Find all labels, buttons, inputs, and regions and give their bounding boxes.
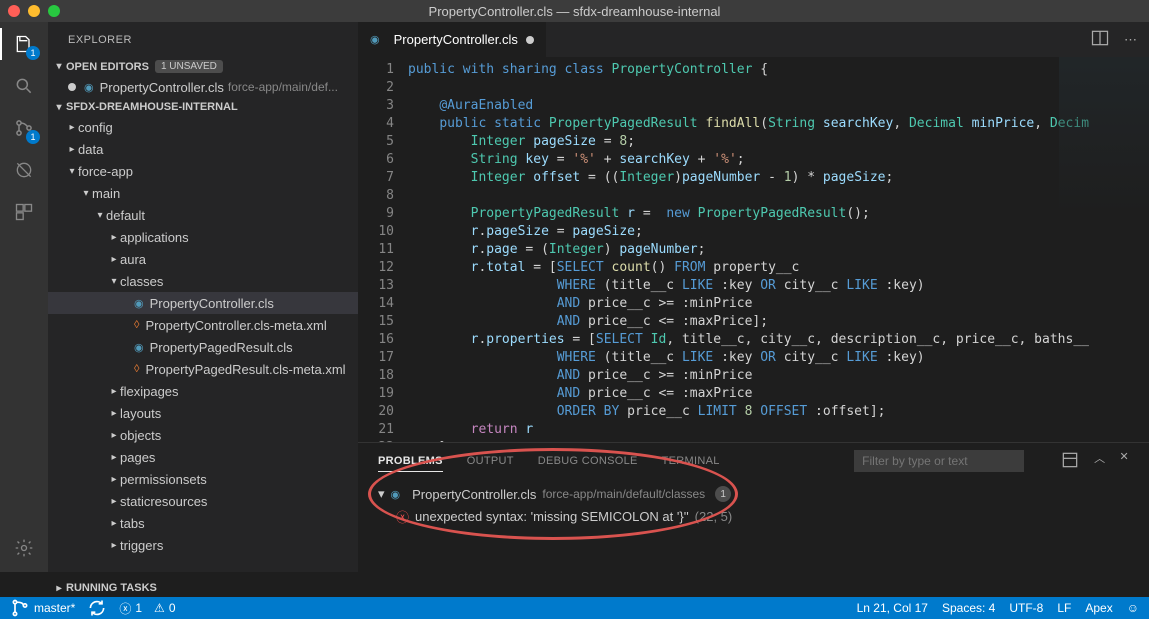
- problem-location: (22, 5): [695, 509, 733, 524]
- branch-indicator[interactable]: master*: [10, 598, 75, 618]
- open-editor-item[interactable]: ◉ PropertyController.cls force-app/main/…: [48, 76, 358, 98]
- warning-count: 0: [169, 601, 176, 615]
- folder-node[interactable]: ▾ main: [48, 182, 358, 204]
- errors-indicator[interactable]: ⓧ 1: [119, 600, 142, 617]
- folder-node[interactable]: ▸ aura: [48, 248, 358, 270]
- problem-file-row[interactable]: ▾ ◉ PropertyController.cls force-app/mai…: [378, 483, 1129, 505]
- apex-file-icon: ◉: [134, 297, 144, 310]
- filter-input[interactable]: [854, 450, 1024, 472]
- editor-tab[interactable]: ◉ PropertyController.cls: [358, 22, 547, 57]
- tab-filename: PropertyController.cls: [394, 32, 518, 47]
- folder-node[interactable]: ▸ flexipages: [48, 380, 358, 402]
- search-icon[interactable]: [10, 72, 38, 100]
- folder-node[interactable]: ▾ force-app: [48, 160, 358, 182]
- file-tree: ▸ config▸ data▾ force-app▾ main▾ default…: [48, 116, 358, 556]
- language-mode[interactable]: Apex: [1085, 601, 1112, 615]
- activity-bar: 1 1: [0, 22, 48, 572]
- explorer-badge: 1: [26, 46, 40, 60]
- folder-node[interactable]: ▸ layouts: [48, 402, 358, 424]
- folder-node[interactable]: ▾ default: [48, 204, 358, 226]
- status-bar: master* ⓧ 1 ⚠ 0 Ln 21, Col 17 Spaces: 4 …: [0, 597, 1149, 619]
- encoding[interactable]: UTF-8: [1009, 601, 1043, 615]
- workspace-label: SFDX-DREAMHOUSE-INTERNAL: [66, 101, 238, 113]
- open-editors-label: OPEN EDITORS: [66, 61, 149, 73]
- editor-area: ◉ PropertyController.cls ⋯ 1234567891011…: [358, 22, 1149, 572]
- feedback-icon[interactable]: ☺: [1127, 601, 1139, 615]
- modified-dot-icon: [526, 36, 534, 44]
- output-tab[interactable]: OUTPUT: [467, 451, 514, 471]
- explorer-sidebar: EXPLORER ▾ OPEN EDITORS 1 UNSAVED ◉ Prop…: [48, 22, 358, 572]
- folder-node[interactable]: ▸ applications: [48, 226, 358, 248]
- minimap[interactable]: [1059, 57, 1149, 217]
- file-node[interactable]: ◊PropertyController.cls-meta.xml: [48, 314, 358, 336]
- split-editor-icon[interactable]: [1090, 28, 1110, 51]
- problem-filename: PropertyController.cls: [412, 487, 536, 502]
- apex-file-icon: ◉: [370, 33, 380, 46]
- explorer-title: EXPLORER: [48, 22, 358, 57]
- code-content[interactable]: public with sharing class PropertyContro…: [408, 57, 1149, 442]
- sync-indicator[interactable]: [87, 598, 107, 618]
- indentation[interactable]: Spaces: 4: [942, 601, 995, 615]
- window-title: PropertyController.cls — sfdx-dreamhouse…: [429, 4, 721, 19]
- unsaved-badge: 1 UNSAVED: [155, 60, 223, 73]
- open-editors-section[interactable]: ▾ OPEN EDITORS 1 UNSAVED: [48, 57, 358, 76]
- file-node[interactable]: ◉PropertyController.cls: [48, 292, 358, 314]
- modified-dot-icon: [68, 83, 76, 91]
- open-editor-path: force-app/main/def...: [228, 80, 338, 94]
- scm-badge: 1: [26, 130, 40, 144]
- line-gutter: 1234567891011121314151617181920212223: [358, 57, 408, 442]
- xml-file-icon: ◊: [134, 319, 139, 331]
- close-panel-icon[interactable]: ✕: [1119, 450, 1129, 473]
- settings-gear-icon[interactable]: [10, 534, 38, 562]
- error-icon: ⓧ: [396, 507, 409, 526]
- folder-node[interactable]: ▾ classes: [48, 270, 358, 292]
- problems-tab[interactable]: PROBLEMS: [378, 451, 443, 472]
- folder-node[interactable]: ▸ config: [48, 116, 358, 138]
- workspace-section[interactable]: ▾ SFDX-DREAMHOUSE-INTERNAL: [48, 98, 358, 116]
- problem-filepath: force-app/main/default/classes: [542, 487, 705, 501]
- apex-file-icon: ◉: [391, 488, 401, 501]
- eol[interactable]: LF: [1057, 601, 1071, 615]
- folder-node[interactable]: ▸ tabs: [48, 512, 358, 534]
- folder-node[interactable]: ▸ triggers: [48, 534, 358, 556]
- open-editor-filename: PropertyController.cls: [100, 80, 224, 95]
- more-actions-icon[interactable]: ⋯: [1124, 32, 1137, 48]
- problem-message-row[interactable]: ⓧ unexpected syntax: 'missing SEMICOLON …: [378, 505, 1129, 527]
- cursor-position[interactable]: Ln 21, Col 17: [857, 601, 928, 615]
- explorer-icon[interactable]: 1: [10, 30, 38, 58]
- source-control-icon[interactable]: 1: [10, 114, 38, 142]
- bottom-panel: PROBLEMS OUTPUT DEBUG CONSOLE TERMINAL ︿…: [358, 442, 1149, 572]
- minimize-window-button[interactable]: [28, 5, 40, 17]
- editor-tab-bar: ◉ PropertyController.cls ⋯: [358, 22, 1149, 57]
- file-node[interactable]: ◊PropertyPagedResult.cls-meta.xml: [48, 358, 358, 380]
- problem-count-badge: 1: [715, 486, 731, 502]
- close-window-button[interactable]: [8, 5, 20, 17]
- branch-name: master*: [34, 601, 75, 615]
- code-editor[interactable]: 1234567891011121314151617181920212223 pu…: [358, 57, 1149, 442]
- apex-file-icon: ◉: [134, 341, 144, 354]
- apex-file-icon: ◉: [84, 81, 94, 94]
- error-count: 1: [135, 601, 142, 615]
- collapse-icon[interactable]: [1060, 450, 1080, 473]
- folder-node[interactable]: ▸ permissionsets: [48, 468, 358, 490]
- terminal-tab[interactable]: TERMINAL: [662, 451, 720, 471]
- debug-console-tab[interactable]: DEBUG CONSOLE: [538, 451, 638, 471]
- title-bar: PropertyController.cls — sfdx-dreamhouse…: [0, 0, 1149, 22]
- debug-icon[interactable]: [10, 156, 38, 184]
- warnings-indicator[interactable]: ⚠ 0: [154, 601, 175, 615]
- maximize-window-button[interactable]: [48, 5, 60, 17]
- extensions-icon[interactable]: [10, 198, 38, 226]
- folder-node[interactable]: ▸ pages: [48, 446, 358, 468]
- chevron-up-icon[interactable]: ︿: [1094, 450, 1105, 473]
- xml-file-icon: ◊: [134, 363, 139, 375]
- folder-node[interactable]: ▸ objects: [48, 424, 358, 446]
- problem-message: unexpected syntax: 'missing SEMICOLON at…: [415, 509, 689, 524]
- folder-node[interactable]: ▸ staticresources: [48, 490, 358, 512]
- folder-node[interactable]: ▸ data: [48, 138, 358, 160]
- file-node[interactable]: ◉PropertyPagedResult.cls: [48, 336, 358, 358]
